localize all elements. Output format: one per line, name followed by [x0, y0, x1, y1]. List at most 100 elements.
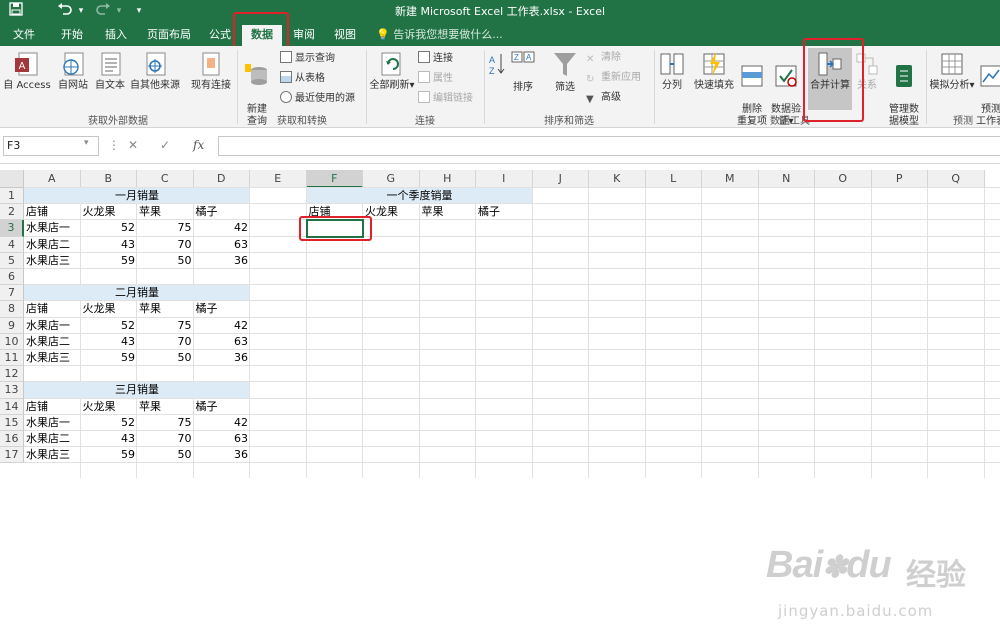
column-header-d[interactable]: D [193, 170, 250, 188]
data-cell[interactable]: 水果店二 [24, 334, 81, 350]
tab-page-layout[interactable]: 页面布局 [140, 25, 198, 46]
column-header-e[interactable]: E [250, 170, 307, 188]
column-header-i[interactable]: I [476, 170, 533, 188]
row-header-17[interactable]: 17 [0, 447, 24, 464]
from-other-sources-button[interactable]: 自其他来源 [127, 50, 183, 92]
row-header-6[interactable]: 6 [0, 269, 24, 286]
insert-function-icon[interactable]: fx [193, 138, 204, 152]
row-header-11[interactable]: 11 [0, 350, 24, 367]
row-header-2[interactable]: 2 [0, 204, 24, 221]
column-header-o[interactable]: O [815, 170, 872, 188]
data-cell[interactable]: 36 [194, 253, 251, 269]
data-cell[interactable]: 水果店一 [24, 415, 81, 431]
clear-filter-button[interactable]: ✕ 清除 [586, 51, 621, 67]
show-queries-button[interactable]: 显示查询 [280, 51, 335, 67]
refresh-all-button[interactable]: 全部刷新▾ [368, 50, 416, 92]
column-header-f[interactable]: F [306, 170, 363, 188]
row-header-12[interactable]: 12 [0, 366, 24, 383]
column-label[interactable]: 店铺 [24, 399, 81, 415]
data-cell[interactable]: 59 [81, 253, 138, 269]
row-header-9[interactable]: 9 [0, 317, 24, 334]
select-all-corner[interactable] [0, 170, 24, 188]
column-header-l[interactable]: L [645, 170, 702, 188]
from-text-button[interactable]: 自文本 [92, 50, 128, 92]
row-header-15[interactable]: 15 [0, 414, 24, 431]
tab-review[interactable]: 审阅 [286, 25, 322, 46]
column-label[interactable]: 橘子 [194, 301, 251, 317]
column-header-j[interactable]: J [532, 170, 589, 188]
data-cell[interactable]: 水果店三 [24, 253, 81, 269]
column-header-b[interactable]: B [80, 170, 137, 188]
data-cell[interactable]: 43 [81, 334, 138, 350]
column-header-q[interactable]: Q [928, 170, 985, 188]
row-header-5[interactable]: 5 [0, 252, 24, 269]
filter-button[interactable]: 筛选 [548, 50, 582, 94]
row-header-16[interactable]: 16 [0, 431, 24, 448]
data-cell[interactable]: 水果店二 [24, 237, 81, 253]
data-cell[interactable]: 70 [137, 334, 194, 350]
enter-icon[interactable]: ✓ [160, 138, 170, 152]
tell-me-search[interactable]: 💡 告诉我您想要做什么... [376, 25, 503, 45]
data-cell[interactable]: 50 [137, 350, 194, 366]
tab-insert[interactable]: 插入 [96, 25, 136, 46]
sort-az-button[interactable]: AZ [486, 52, 508, 90]
tab-view[interactable]: 视图 [326, 25, 364, 46]
flash-fill-button[interactable]: 快速填充 [690, 50, 738, 92]
formula-input[interactable] [218, 136, 1000, 156]
edit-links-button[interactable]: 编辑链接 [418, 91, 473, 107]
data-cell[interactable]: 43 [81, 431, 138, 447]
data-cell[interactable]: 70 [137, 237, 194, 253]
row-header-1[interactable]: 1 [0, 188, 24, 205]
data-cell[interactable]: 75 [137, 318, 194, 334]
row-header-10[interactable]: 10 [0, 333, 24, 350]
properties-button[interactable]: 属性 [418, 71, 453, 87]
column-label[interactable]: 火龙果 [81, 204, 138, 220]
data-cell[interactable]: 63 [194, 237, 251, 253]
block-title[interactable]: 二月销量 [24, 285, 250, 301]
row-header-3[interactable]: 3 [0, 220, 24, 237]
sort-button[interactable]: ZA 排序 [510, 50, 536, 94]
row-header-4[interactable]: 4 [0, 236, 24, 253]
data-cell[interactable]: 水果店一 [24, 318, 81, 334]
reapply-button[interactable]: ↻ 重新应用 [586, 71, 641, 87]
column-header-n[interactable]: N [758, 170, 815, 188]
data-cell[interactable]: 42 [194, 318, 251, 334]
block-title[interactable]: 一个季度销量 [307, 188, 533, 204]
row-header-13[interactable]: 13 [0, 382, 24, 399]
data-cell[interactable]: 52 [81, 220, 138, 236]
data-cell[interactable]: 75 [137, 415, 194, 431]
advanced-filter-button[interactable]: ▼ 高级 [586, 91, 621, 107]
data-cell[interactable]: 63 [194, 431, 251, 447]
data-cell[interactable]: 水果店一 [24, 220, 81, 236]
column-header-a[interactable]: A [24, 170, 81, 188]
column-header-p[interactable]: P [871, 170, 928, 188]
tab-home[interactable]: 开始 [52, 25, 92, 46]
column-label[interactable]: 火龙果 [81, 399, 138, 415]
block-title[interactable]: 三月销量 [24, 382, 250, 398]
data-cell[interactable]: 42 [194, 415, 251, 431]
recent-sources-button[interactable]: 最近使用的源 [280, 91, 355, 107]
data-cell[interactable]: 42 [194, 220, 251, 236]
existing-connections-button[interactable]: 现有连接 [187, 50, 235, 92]
data-cell[interactable]: 50 [137, 447, 194, 463]
data-cell[interactable]: 52 [81, 415, 138, 431]
data-cell[interactable]: 63 [194, 334, 251, 350]
column-label[interactable]: 苹果 [137, 399, 194, 415]
data-cell[interactable]: 52 [81, 318, 138, 334]
column-label[interactable]: 苹果 [137, 301, 194, 317]
data-cell[interactable]: 水果店二 [24, 431, 81, 447]
column-label[interactable]: 店铺 [24, 204, 81, 220]
column-label[interactable]: 橘子 [194, 399, 251, 415]
row-header-7[interactable]: 7 [0, 285, 24, 302]
column-label[interactable]: 苹果 [137, 204, 194, 220]
column-header-c[interactable]: C [137, 170, 194, 188]
column-label[interactable]: 火龙果 [81, 301, 138, 317]
data-cell[interactable]: 36 [194, 350, 251, 366]
name-box-dropdown-icon[interactable]: ▾ [84, 138, 89, 148]
data-cell[interactable]: 50 [137, 253, 194, 269]
data-cell[interactable]: 36 [194, 447, 251, 463]
column-label[interactable]: 橘子 [194, 204, 251, 220]
data-cell[interactable]: 75 [137, 220, 194, 236]
data-cell[interactable]: 水果店三 [24, 350, 81, 366]
column-label[interactable]: 苹果 [420, 204, 477, 220]
